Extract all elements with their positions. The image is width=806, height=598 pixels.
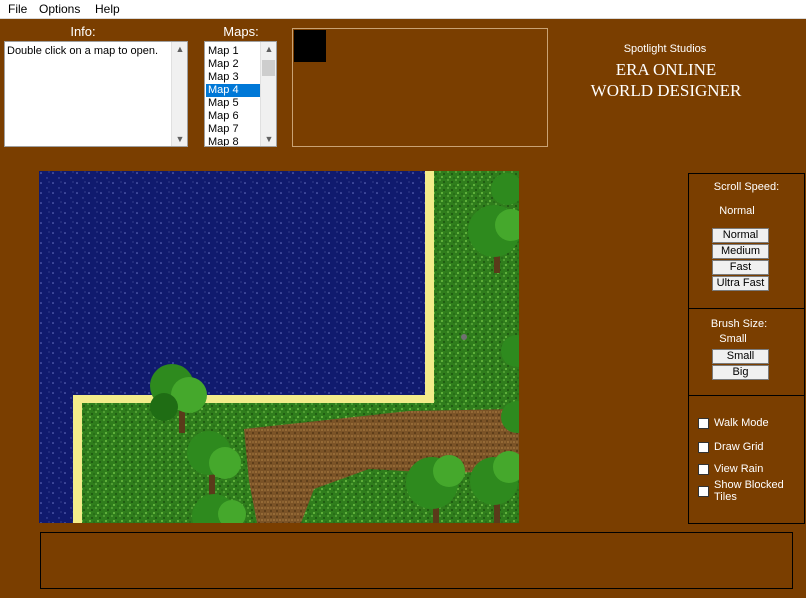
list-item[interactable]: Map 3: [206, 71, 260, 84]
sand-edge-horizontal: [73, 395, 434, 403]
app-title-line1: ERA ONLINE: [615, 60, 717, 79]
speed-normal-button[interactable]: Normal: [712, 228, 769, 243]
show-blocked-tiles-checkbox[interactable]: [698, 486, 709, 497]
status-panel: [40, 532, 793, 589]
brush-big-button[interactable]: Big: [712, 365, 769, 380]
view-options-panel: Walk Mode Draw Grid View Rain Show Block…: [688, 395, 805, 524]
view-rain-label: View Rain: [714, 463, 764, 475]
info-heading: Info:: [70, 24, 96, 39]
sand-edge-left: [73, 395, 82, 523]
maps-scrollbar[interactable]: ▲ ▼: [260, 42, 276, 146]
list-item-selected[interactable]: Map 4: [206, 84, 260, 97]
walk-mode-checkbox[interactable]: [698, 418, 709, 429]
water-strip: [39, 171, 73, 523]
rock-icon: [461, 334, 467, 340]
brush-size-heading: Brush Size:: [710, 318, 768, 330]
scroll-speed-value: Normal: [719, 205, 755, 217]
list-item[interactable]: Map 6: [206, 110, 260, 123]
app-title-line2: WORLD DESIGNER: [590, 81, 742, 100]
list-item[interactable]: Map 5: [206, 97, 260, 110]
brush-small-button[interactable]: Small: [712, 349, 769, 364]
menu-file[interactable]: File: [8, 2, 27, 16]
speed-ultra-fast-button[interactable]: Ultra Fast: [712, 276, 769, 291]
brush-size-value: Small: [719, 333, 747, 345]
draw-grid-checkbox[interactable]: [698, 442, 709, 453]
maps-heading: Maps:: [223, 24, 259, 39]
info-textbox[interactable]: Double click on a map to open. ▲ ▼: [4, 41, 188, 147]
view-rain-checkbox[interactable]: [698, 464, 709, 475]
menu-help[interactable]: Help: [95, 2, 120, 16]
studio-name: Spotlight Studios: [623, 43, 707, 55]
info-scrollbar[interactable]: ▲ ▼: [171, 42, 187, 146]
scroll-speed-panel: Scroll Speed: Normal Normal Medium Fast …: [688, 173, 805, 309]
list-item[interactable]: Map 2: [206, 58, 260, 71]
tile-swatch[interactable]: [294, 30, 326, 62]
list-item[interactable]: Map 7: [206, 123, 260, 136]
scroll-thumb[interactable]: [262, 60, 275, 76]
water-area: [39, 171, 431, 395]
scroll-down-icon[interactable]: ▼: [261, 132, 276, 146]
list-item[interactable]: Map 8: [206, 136, 260, 146]
tile-preview-frame: [292, 28, 548, 147]
map-canvas[interactable]: [39, 171, 519, 523]
scroll-up-icon[interactable]: ▲: [172, 42, 188, 56]
info-text: Double click on a map to open.: [7, 45, 159, 57]
scroll-down-icon[interactable]: ▼: [172, 132, 188, 146]
menu-bar: File Options Help: [0, 0, 806, 19]
sand-edge-vertical: [425, 171, 434, 397]
menu-options[interactable]: Options: [39, 2, 80, 16]
map-tiles: [39, 171, 519, 523]
show-blocked-tiles-label: Show Blocked Tiles: [714, 479, 784, 503]
draw-grid-label: Draw Grid: [714, 441, 764, 453]
speed-medium-button[interactable]: Medium: [712, 244, 769, 259]
maps-listbox[interactable]: Map 1 Map 2 Map 3 Map 4 Map 5 Map 6 Map …: [204, 41, 277, 147]
brush-size-panel: Brush Size: Small Small Big: [688, 308, 805, 396]
walk-mode-label: Walk Mode: [714, 417, 769, 429]
scroll-up-icon[interactable]: ▲: [261, 42, 276, 56]
list-item[interactable]: Map 1: [206, 45, 260, 58]
scroll-speed-heading: Scroll Speed:: [713, 181, 780, 193]
speed-fast-button[interactable]: Fast: [712, 260, 769, 275]
